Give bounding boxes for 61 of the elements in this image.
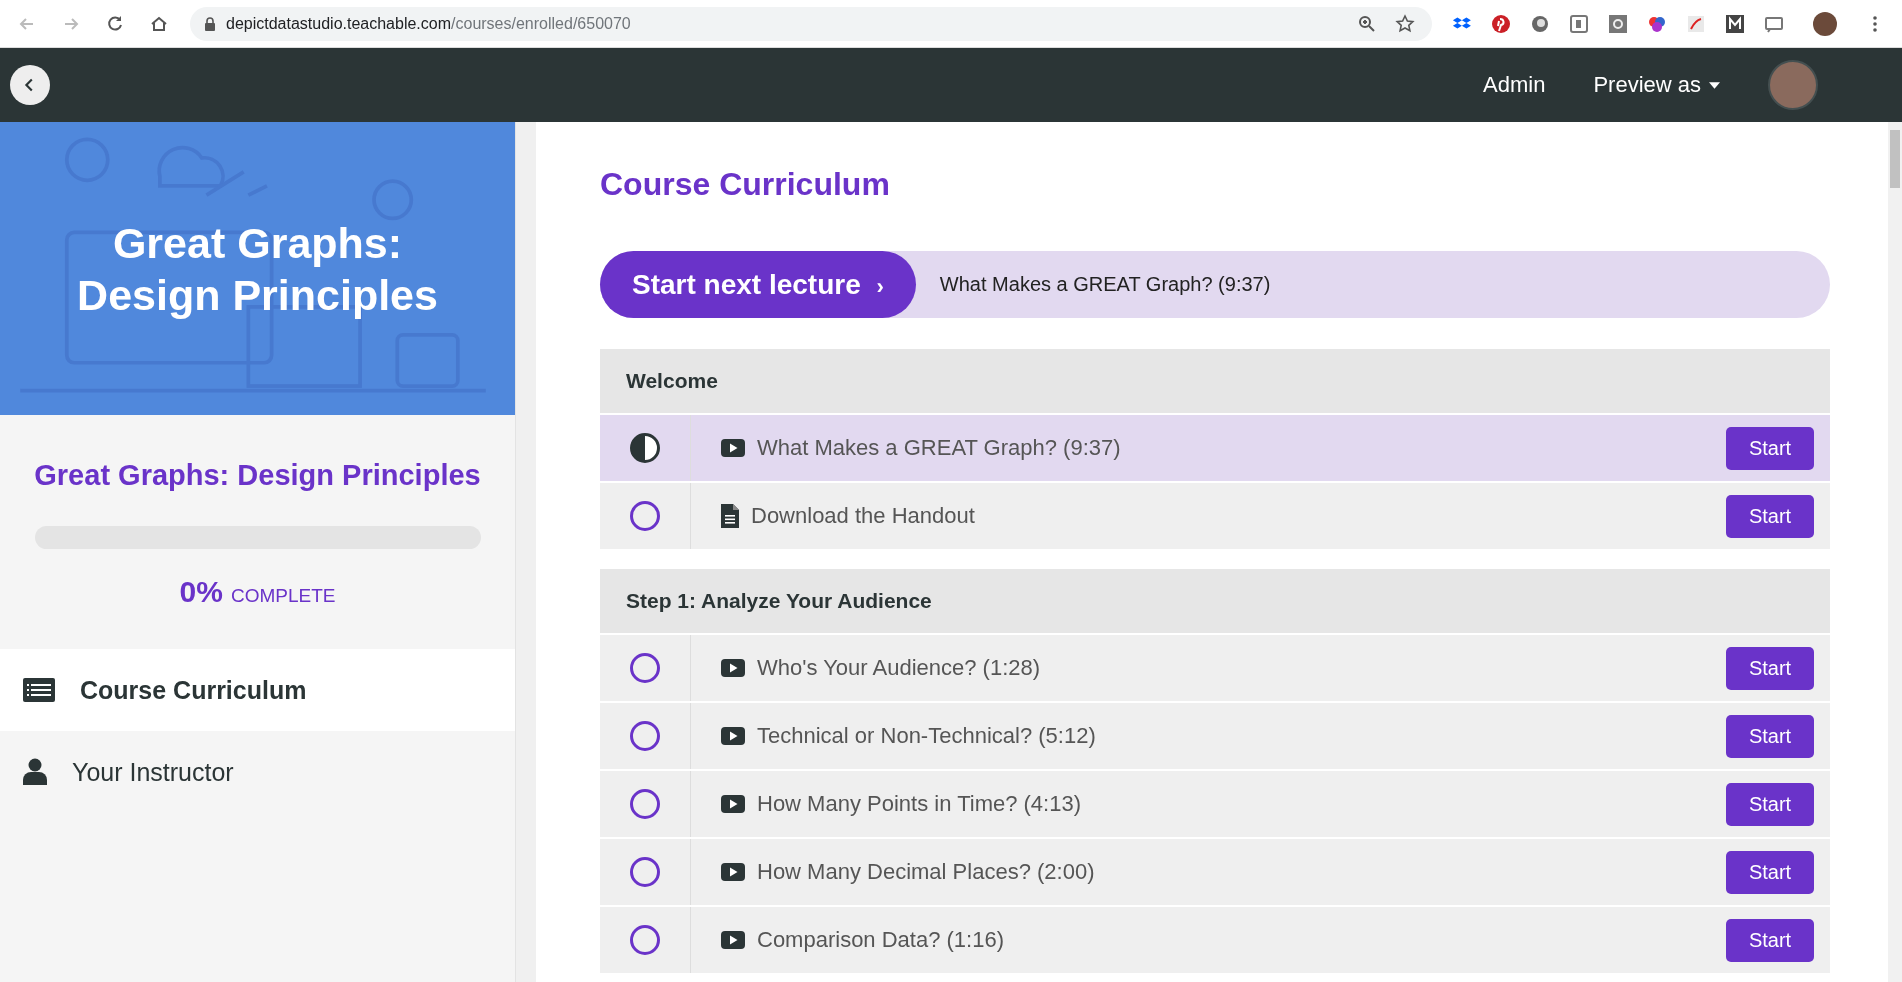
- video-icon: [721, 439, 745, 457]
- course-title: Great Graphs: Design Principles: [34, 459, 481, 492]
- lecture-title: How Many Decimal Places? (2:00): [757, 859, 1095, 885]
- lecture-title: Technical or Non-Technical? (5:12): [757, 723, 1096, 749]
- start-button[interactable]: Start: [1726, 494, 1814, 538]
- sidebar-scrollbar[interactable]: [515, 122, 536, 982]
- start-button[interactable]: Start: [1726, 714, 1814, 758]
- start-button[interactable]: Start: [1726, 850, 1814, 894]
- start-button[interactable]: Start: [1726, 646, 1814, 690]
- lecture-row[interactable]: Comparison Data? (1:16) Start: [600, 907, 1830, 975]
- lock-icon: [204, 16, 216, 31]
- extension-icon[interactable]: [1725, 13, 1745, 34]
- address-bar[interactable]: depictdatastudio.teachable.com/courses/enrolled/650070: [190, 6, 1432, 41]
- video-icon: [721, 863, 745, 881]
- next-lecture-title: What Makes a GREAT Graph? (9:37): [939, 273, 1271, 296]
- progress-percent: 0%: [179, 575, 223, 609]
- page-title: Course Curriculum: [600, 166, 891, 203]
- banner-title: Great Graphs: Design Principles: [76, 217, 439, 321]
- progress-label: COMPLETE: [230, 585, 336, 607]
- video-icon: [721, 795, 745, 813]
- person-icon: [22, 758, 48, 786]
- admin-link[interactable]: Admin: [1483, 72, 1546, 98]
- lecture-row[interactable]: Technical or Non-Technical? (5:12) Start: [600, 703, 1830, 771]
- url-text: depictdatastudio.teachable.com/courses/enrolled/650070: [226, 14, 631, 33]
- lecture-title: How Many Points in Time? (4:13): [757, 791, 1082, 817]
- extension-icon[interactable]: [1491, 13, 1511, 34]
- section-header: Welcome: [600, 349, 1830, 415]
- scrollbar-thumb[interactable]: [1890, 130, 1900, 188]
- extension-icon[interactable]: [1608, 13, 1628, 34]
- lecture-title: Comparison Data? (1:16): [757, 927, 1004, 953]
- start-button[interactable]: Start: [1726, 426, 1814, 470]
- section-header: Step 1: Analyze Your Audience: [600, 569, 1830, 635]
- list-icon: [22, 677, 56, 703]
- start-next-lecture-button[interactable]: Start next lecture ›: [600, 251, 916, 318]
- extension-icon[interactable]: [1569, 13, 1589, 34]
- start-button[interactable]: Start: [1726, 782, 1814, 826]
- sidebar-nav-item[interactable]: Your Instructor: [0, 731, 515, 813]
- sidebar-nav-item[interactable]: Course Curriculum: [0, 649, 515, 731]
- lecture-row[interactable]: Who's Your Audience? (1:28) Start: [600, 635, 1830, 703]
- lecture-title: Download the Handout: [751, 503, 975, 529]
- lecture-row[interactable]: What Makes a GREAT Graph? (9:37) Start: [600, 415, 1830, 483]
- back-button[interactable]: [10, 65, 50, 105]
- profile-avatar[interactable]: [1813, 11, 1837, 36]
- page-scrollbar[interactable]: [1888, 122, 1902, 982]
- document-icon: [721, 504, 739, 528]
- lecture-row[interactable]: How Many Decimal Places? (2:00) Start: [600, 839, 1830, 907]
- caret-icon: [1709, 81, 1720, 89]
- preview-as-dropdown[interactable]: Preview as: [1593, 72, 1720, 98]
- lecture-row[interactable]: Download the Handout Start: [600, 483, 1830, 551]
- video-icon: [721, 727, 745, 745]
- video-icon: [721, 659, 745, 677]
- lecture-title: What Makes a GREAT Graph? (9:37): [757, 435, 1121, 461]
- video-icon: [721, 931, 745, 949]
- lecture-row[interactable]: How Many Points in Time? (4:13) Start: [600, 771, 1830, 839]
- star-icon[interactable]: [1395, 13, 1415, 34]
- start-button[interactable]: Start: [1726, 918, 1814, 962]
- zoom-icon[interactable]: [1357, 13, 1377, 34]
- lecture-title: Who's Your Audience? (1:28): [757, 655, 1041, 681]
- user-avatar[interactable]: [1768, 60, 1818, 110]
- extension-icon[interactable]: [1530, 13, 1550, 34]
- extension-icon[interactable]: [1686, 13, 1706, 34]
